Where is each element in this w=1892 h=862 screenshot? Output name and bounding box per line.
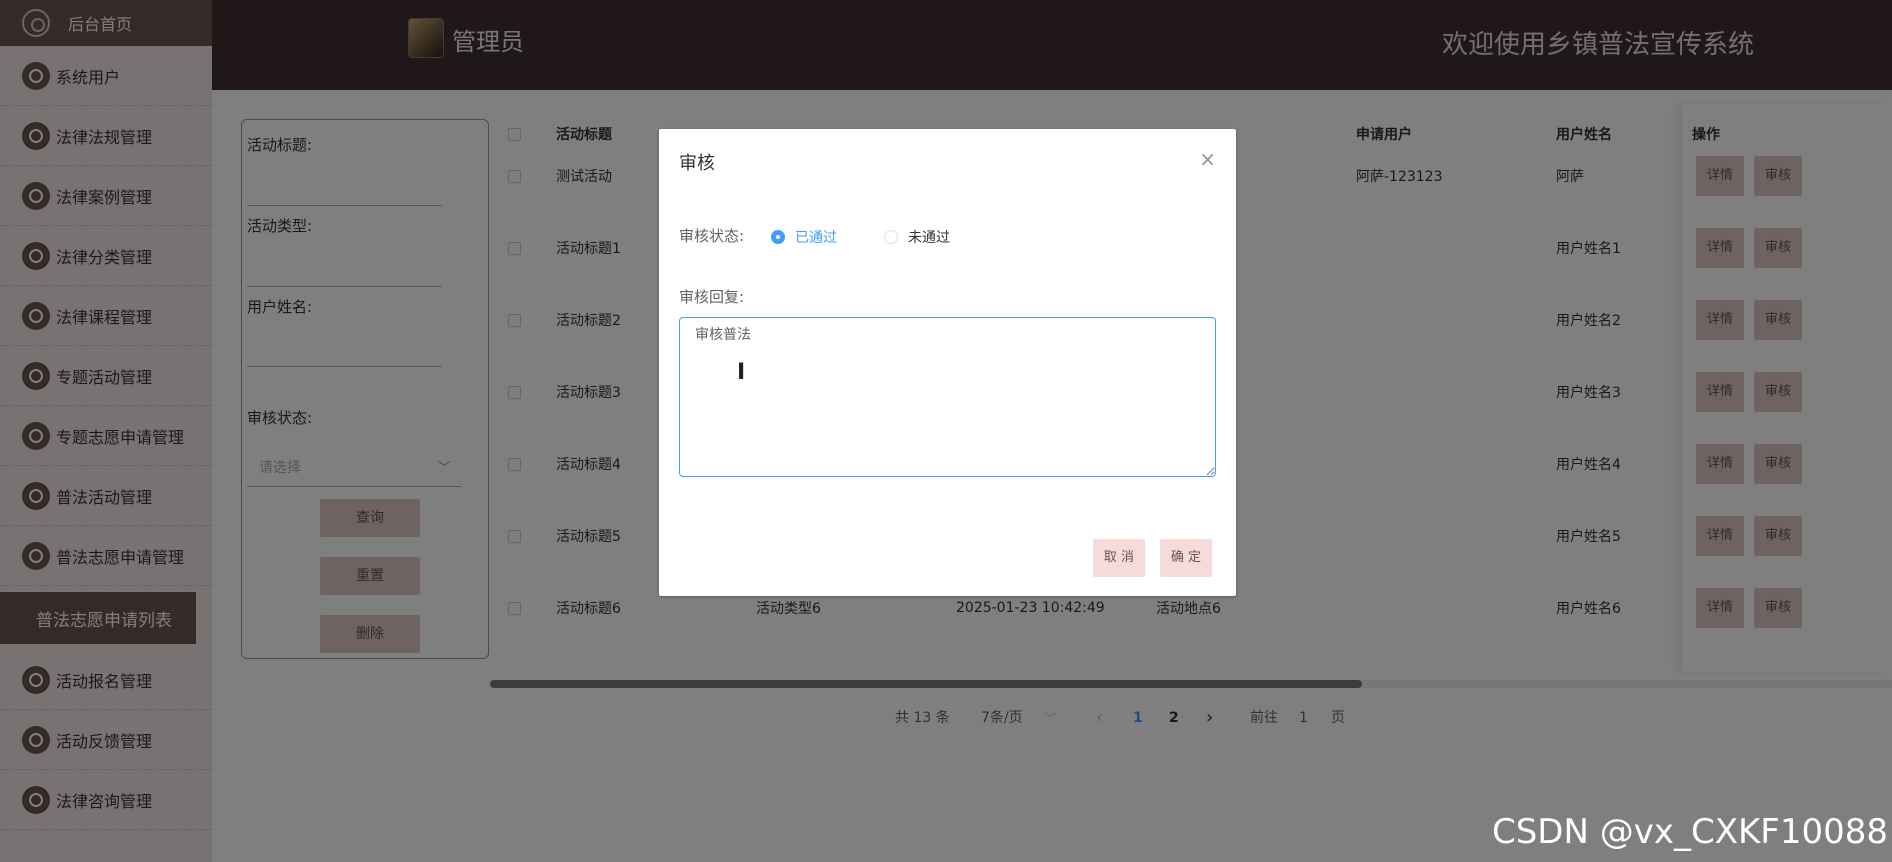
confirm-button[interactable]: 确 定 bbox=[1160, 539, 1212, 577]
radio-failed-label: 未通过 bbox=[908, 230, 950, 246]
radio-passed-label: 已通过 bbox=[795, 230, 837, 246]
radio-failed[interactable]: 未通过 bbox=[884, 227, 950, 247]
audit-reply-label: 审核回复: bbox=[679, 288, 745, 306]
cancel-button[interactable]: 取 消 bbox=[1093, 539, 1145, 577]
audit-dialog: 审核 × 审核状态: 已通过 未通过 审核回复: 审核普法 I 取 消 确 定 bbox=[659, 129, 1236, 596]
watermark: CSDN @vx_CXKF10088 bbox=[1491, 812, 1888, 852]
audit-status-label: 审核状态: bbox=[679, 227, 745, 245]
audit-reply-textarea[interactable]: 审核普法 bbox=[679, 317, 1216, 477]
radio-passed[interactable]: 已通过 bbox=[771, 227, 837, 247]
dialog-title: 审核 bbox=[679, 153, 715, 174]
radio-checked-icon bbox=[771, 230, 785, 244]
close-icon[interactable]: × bbox=[1199, 147, 1216, 171]
text-cursor-icon: I bbox=[737, 360, 746, 385]
radio-unchecked-icon bbox=[884, 230, 898, 244]
